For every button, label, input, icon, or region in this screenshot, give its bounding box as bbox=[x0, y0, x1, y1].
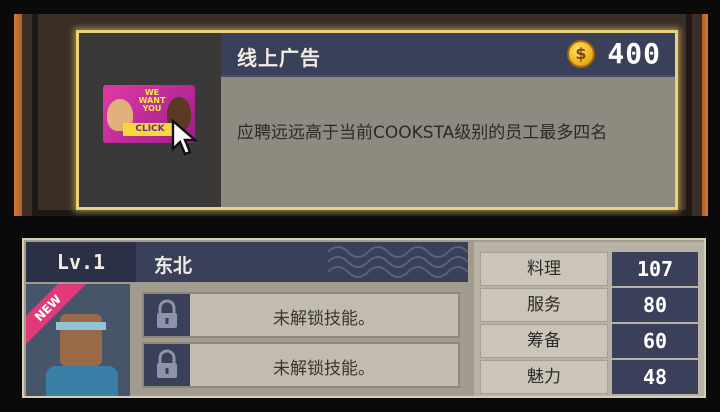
chef-name: 东北 bbox=[154, 255, 193, 277]
skill-label: 未解锁技能。 bbox=[273, 359, 375, 379]
stat-label: 服务 bbox=[480, 288, 608, 322]
ad-title: 线上广告 bbox=[237, 46, 321, 70]
coin-icon: $ bbox=[567, 40, 595, 68]
chef-card[interactable]: Lv.1 东北 NEW 未解锁技能。 未解锁技能。 料理 107 服务 80 筹… bbox=[22, 238, 706, 398]
chef-level: Lv.1 bbox=[56, 250, 106, 274]
skill-slot[interactable]: 未解锁技能。 bbox=[142, 342, 460, 388]
stat-value: 80 bbox=[612, 288, 698, 322]
ad-price: 400 bbox=[607, 37, 661, 70]
level-box: Lv.1 bbox=[26, 242, 136, 282]
stats-panel: 料理 107 服务 80 筹备 60 魅力 48 bbox=[474, 242, 704, 396]
stat-label: 筹备 bbox=[480, 324, 608, 358]
skill-label: 未解锁技能。 bbox=[273, 309, 375, 329]
stat-row-cooking: 料理 107 bbox=[480, 252, 702, 286]
frame-rail-right bbox=[702, 14, 708, 216]
stat-label: 料理 bbox=[480, 252, 608, 286]
frame-rail-left bbox=[14, 14, 22, 216]
stat-row-charm: 魅力 48 bbox=[480, 360, 702, 394]
chef-portrait: NEW bbox=[26, 284, 130, 396]
wave-pattern bbox=[328, 246, 468, 278]
lock-icon bbox=[144, 294, 190, 336]
ad-header: 线上广告 $ 400 bbox=[221, 33, 675, 77]
lock-icon bbox=[144, 344, 190, 386]
ad-image-headline: WE WANT YOU bbox=[138, 88, 166, 113]
stat-row-prep: 筹备 60 bbox=[480, 324, 702, 358]
frame-inner-right bbox=[686, 14, 692, 210]
stat-value: 60 bbox=[612, 324, 698, 358]
frame-inner-left bbox=[32, 14, 38, 210]
stat-value: 48 bbox=[612, 360, 698, 394]
stat-row-service: 服务 80 bbox=[480, 288, 702, 322]
stat-value: 107 bbox=[612, 252, 698, 286]
chef-headband bbox=[56, 322, 106, 330]
recruit-panel: WE WANT YOU CLICK 线上广告 $ 400 应聘远远高于当前COO… bbox=[14, 14, 708, 216]
ad-image-click: CLICK bbox=[123, 123, 177, 136]
chef-header: Lv.1 东北 bbox=[26, 242, 468, 282]
skill-slot[interactable]: 未解锁技能。 bbox=[142, 292, 460, 338]
stat-label: 魅力 bbox=[480, 360, 608, 394]
ad-description: 应聘远远高于当前COOKSTA级别的员工最多四名 bbox=[237, 123, 608, 143]
online-ad-option[interactable]: WE WANT YOU CLICK 线上广告 $ 400 应聘远远高于当前COO… bbox=[76, 30, 678, 210]
frame-shelf bbox=[32, 210, 692, 216]
chef-body bbox=[46, 366, 118, 396]
pointer-cursor-icon bbox=[171, 119, 199, 156]
